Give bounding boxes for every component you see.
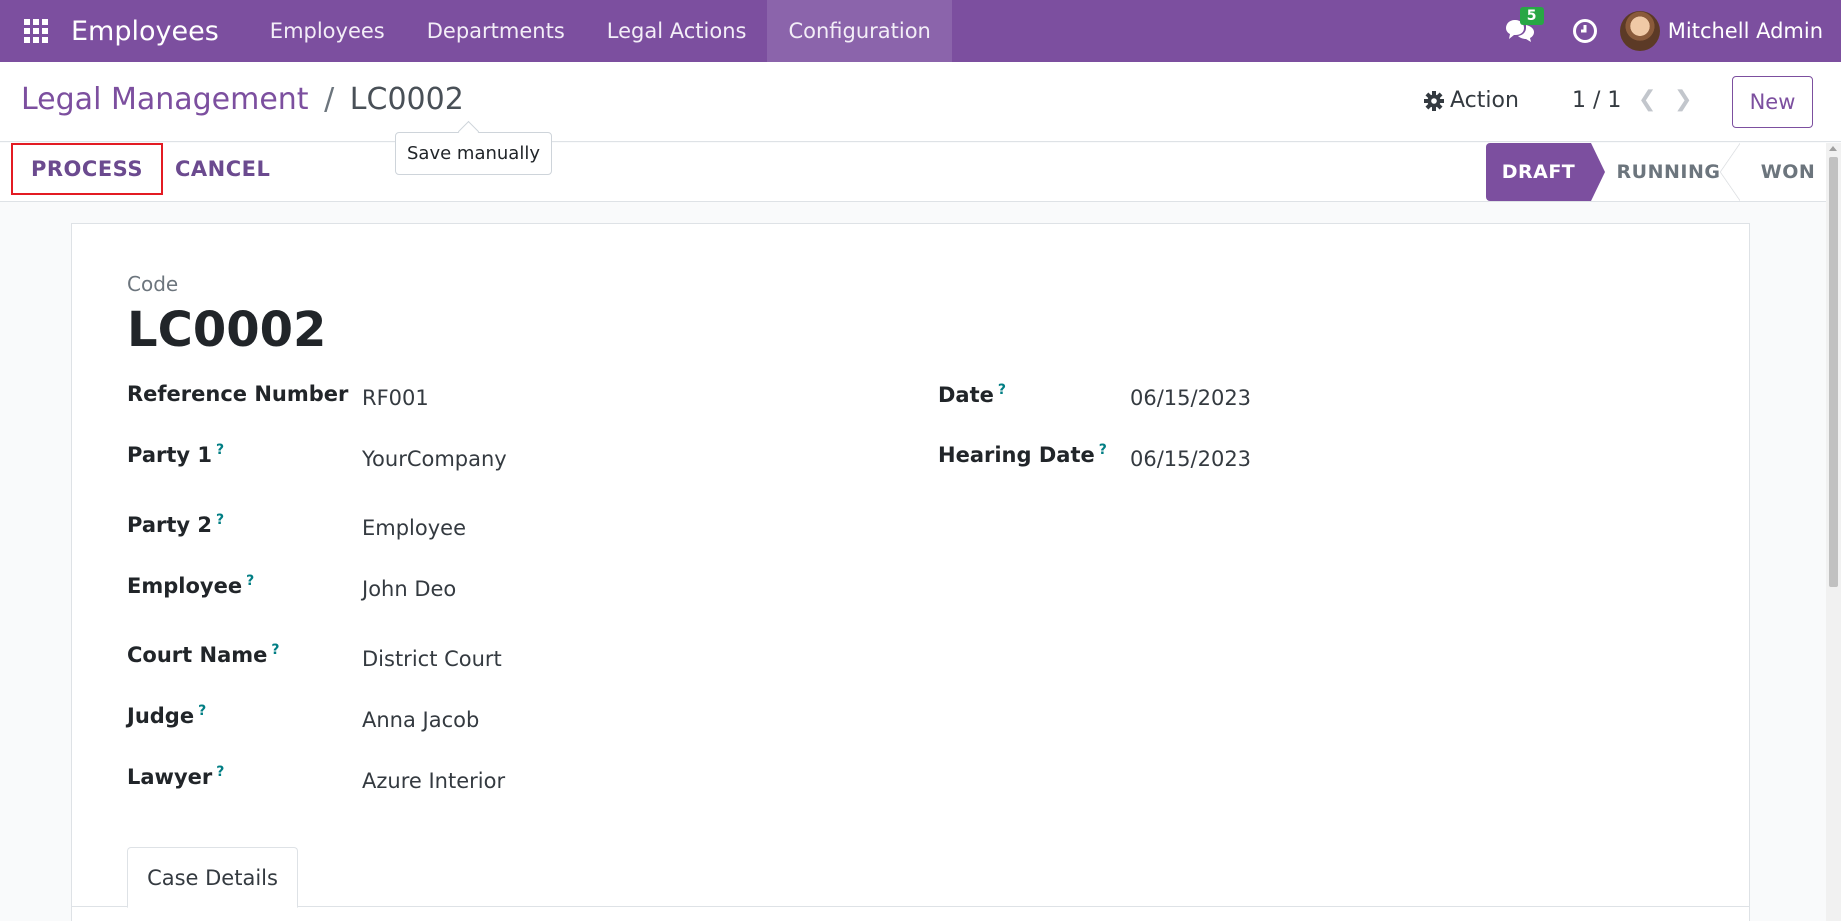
form-sheet: Code LC0002 Reference Number RF001 Party…	[71, 223, 1750, 921]
breadcrumb: Legal Management / LC0002	[21, 82, 464, 117]
cancel-button[interactable]: CANCEL	[175, 157, 270, 181]
field-court-name: Court Name?	[127, 642, 280, 667]
avatar	[1619, 11, 1660, 51]
gear-icon	[1424, 90, 1444, 111]
party-2-value[interactable]: Employee	[362, 516, 466, 540]
stage-won[interactable]: WON	[1736, 143, 1826, 201]
field-label: Hearing Date?	[938, 442, 1107, 467]
code-label: Code	[127, 272, 179, 296]
court-name-value[interactable]: District Court	[362, 647, 502, 671]
chevron-right-icon[interactable]: ❯	[1674, 87, 1692, 112]
employee-value[interactable]: John Deo	[362, 577, 456, 601]
help-icon[interactable]: ?	[216, 764, 224, 780]
field-lawyer: Lawyer?	[127, 764, 224, 789]
scroll-up-icon[interactable]	[1829, 146, 1837, 151]
apps-menu-icon[interactable]	[0, 0, 72, 62]
lawyer-value[interactable]: Azure Interior	[362, 769, 505, 793]
activity-button[interactable]	[1550, 0, 1620, 62]
help-icon[interactable]: ?	[271, 642, 279, 658]
save-tooltip: Save manually	[395, 132, 552, 175]
field-label: Date?	[938, 382, 1007, 407]
chevron-left-icon[interactable]: ❮	[1638, 87, 1656, 112]
hearing-date-value[interactable]: 06/15/2023	[1130, 447, 1251, 471]
control-panel: Legal Management / LC0002 Action 1 / 1 ❮…	[0, 62, 1841, 142]
help-icon[interactable]: ?	[216, 512, 224, 528]
field-reference-number: Reference Number	[127, 382, 348, 406]
stage-running[interactable]: RUNNING	[1591, 143, 1740, 201]
help-icon[interactable]: ?	[1099, 442, 1107, 458]
scrollbar[interactable]	[1826, 143, 1841, 921]
reference-number-value[interactable]: RF001	[362, 386, 429, 410]
field-party-2: Party 2?	[127, 512, 224, 537]
breadcrumb-parent[interactable]: Legal Management	[21, 82, 309, 117]
status-bar: PROCESS CANCEL DRAFT RUNNING WON	[0, 143, 1826, 202]
field-label: Party 1?	[127, 442, 225, 467]
menu-employees[interactable]: Employees	[249, 0, 406, 62]
judge-value[interactable]: Anna Jacob	[362, 708, 479, 732]
menu-departments[interactable]: Departments	[406, 0, 586, 62]
help-icon[interactable]: ?	[998, 382, 1006, 398]
breadcrumb-separator: /	[324, 82, 335, 117]
user-menu[interactable]: Mitchell Admin	[1619, 11, 1841, 51]
help-icon[interactable]: ?	[216, 442, 224, 458]
user-name: Mitchell Admin	[1667, 19, 1823, 43]
pager-value[interactable]: 1 / 1	[1572, 88, 1621, 113]
stage-pipeline: DRAFT RUNNING WON	[1486, 143, 1826, 201]
field-label: Judge?	[127, 703, 207, 728]
scrollbar-thumb[interactable]	[1829, 157, 1838, 587]
field-party-1: Party 1?	[127, 442, 224, 467]
date-value[interactable]: 06/15/2023	[1130, 386, 1251, 410]
field-label: Reference Number	[127, 382, 349, 406]
action-button[interactable]: Action	[1424, 88, 1519, 113]
message-count-badge: 5	[1519, 7, 1544, 25]
field-employee: Employee?	[127, 573, 254, 598]
messaging-button[interactable]: 5	[1490, 0, 1550, 62]
process-button[interactable]: PROCESS	[11, 143, 163, 195]
field-label: Lawyer?	[127, 764, 225, 789]
field-judge: Judge?	[127, 703, 206, 728]
tab-case-details[interactable]: Case Details	[127, 847, 298, 908]
menu-configuration[interactable]: Configuration	[767, 0, 952, 62]
code-value[interactable]: LC0002	[127, 302, 326, 358]
help-icon[interactable]: ?	[198, 703, 206, 719]
app-name[interactable]: Employees	[71, 16, 219, 47]
field-hearing-date: Hearing Date?	[938, 442, 1107, 467]
top-navbar: Employees Employees Departments Legal Ac…	[0, 0, 1841, 62]
breadcrumb-current: LC0002	[349, 82, 464, 117]
new-button[interactable]: New	[1732, 76, 1813, 128]
field-label: Party 2?	[127, 512, 225, 537]
notebook-tabs: Case Details	[72, 847, 1749, 908]
help-icon[interactable]: ?	[246, 573, 254, 589]
clock-icon	[1572, 19, 1597, 43]
stage-draft[interactable]: DRAFT	[1486, 143, 1605, 201]
field-label: Employee?	[127, 573, 255, 598]
menu-legal-actions[interactable]: Legal Actions	[586, 0, 768, 62]
party-1-value[interactable]: YourCompany	[362, 447, 507, 471]
action-label: Action	[1450, 88, 1519, 113]
field-label: Court Name?	[127, 642, 280, 667]
field-date: Date?	[938, 382, 1006, 407]
